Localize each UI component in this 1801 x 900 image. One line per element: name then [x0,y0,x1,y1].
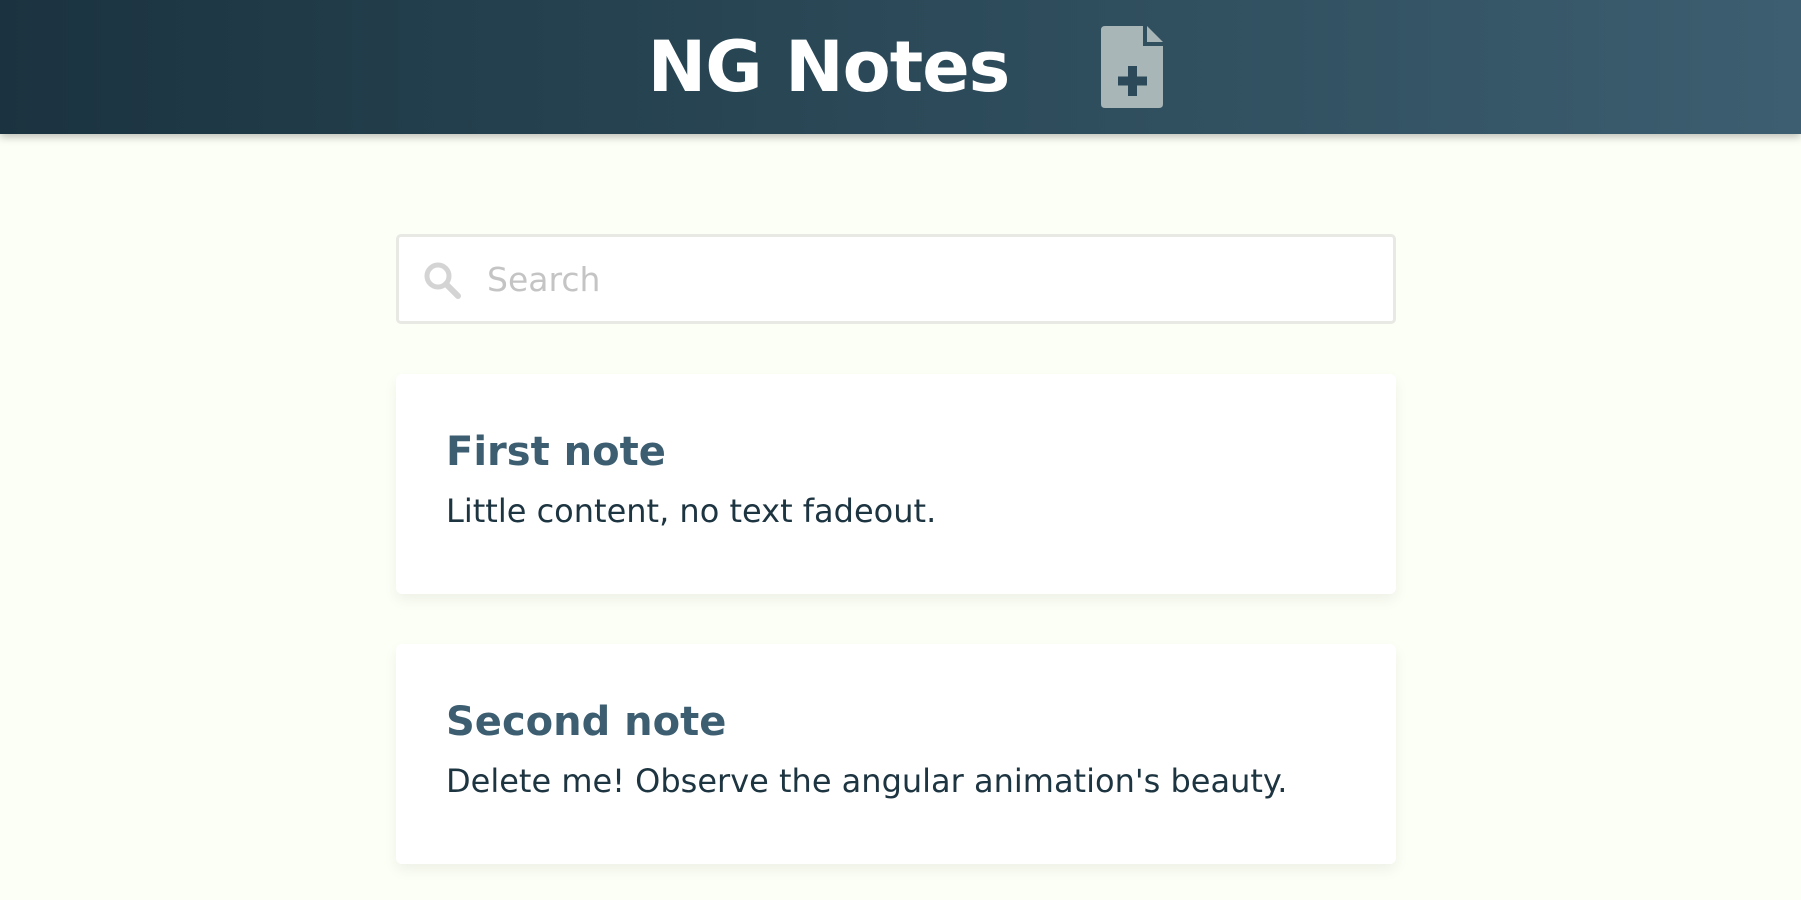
file-plus-icon [1101,26,1164,108]
note-card[interactable]: Second note Delete me! Observe the angul… [396,644,1396,864]
header-content: NG Notes [648,26,1164,108]
new-note-button[interactable] [1101,26,1164,108]
notes-main: First note Little content, no text fadeo… [396,234,1396,864]
note-title: Second note [446,699,727,745]
search-icon [424,262,461,299]
search-box[interactable] [396,234,1396,324]
note-body: Little content, no text fadeout. [446,492,937,530]
note-title: First note [446,429,666,475]
note-card[interactable]: First note Little content, no text fadeo… [396,374,1396,594]
search-input[interactable] [487,237,1377,321]
note-body: Delete me! Observe the angular animation… [446,762,1288,800]
app-header: NG Notes [0,0,1801,134]
app-title: NG Notes [647,26,1011,108]
